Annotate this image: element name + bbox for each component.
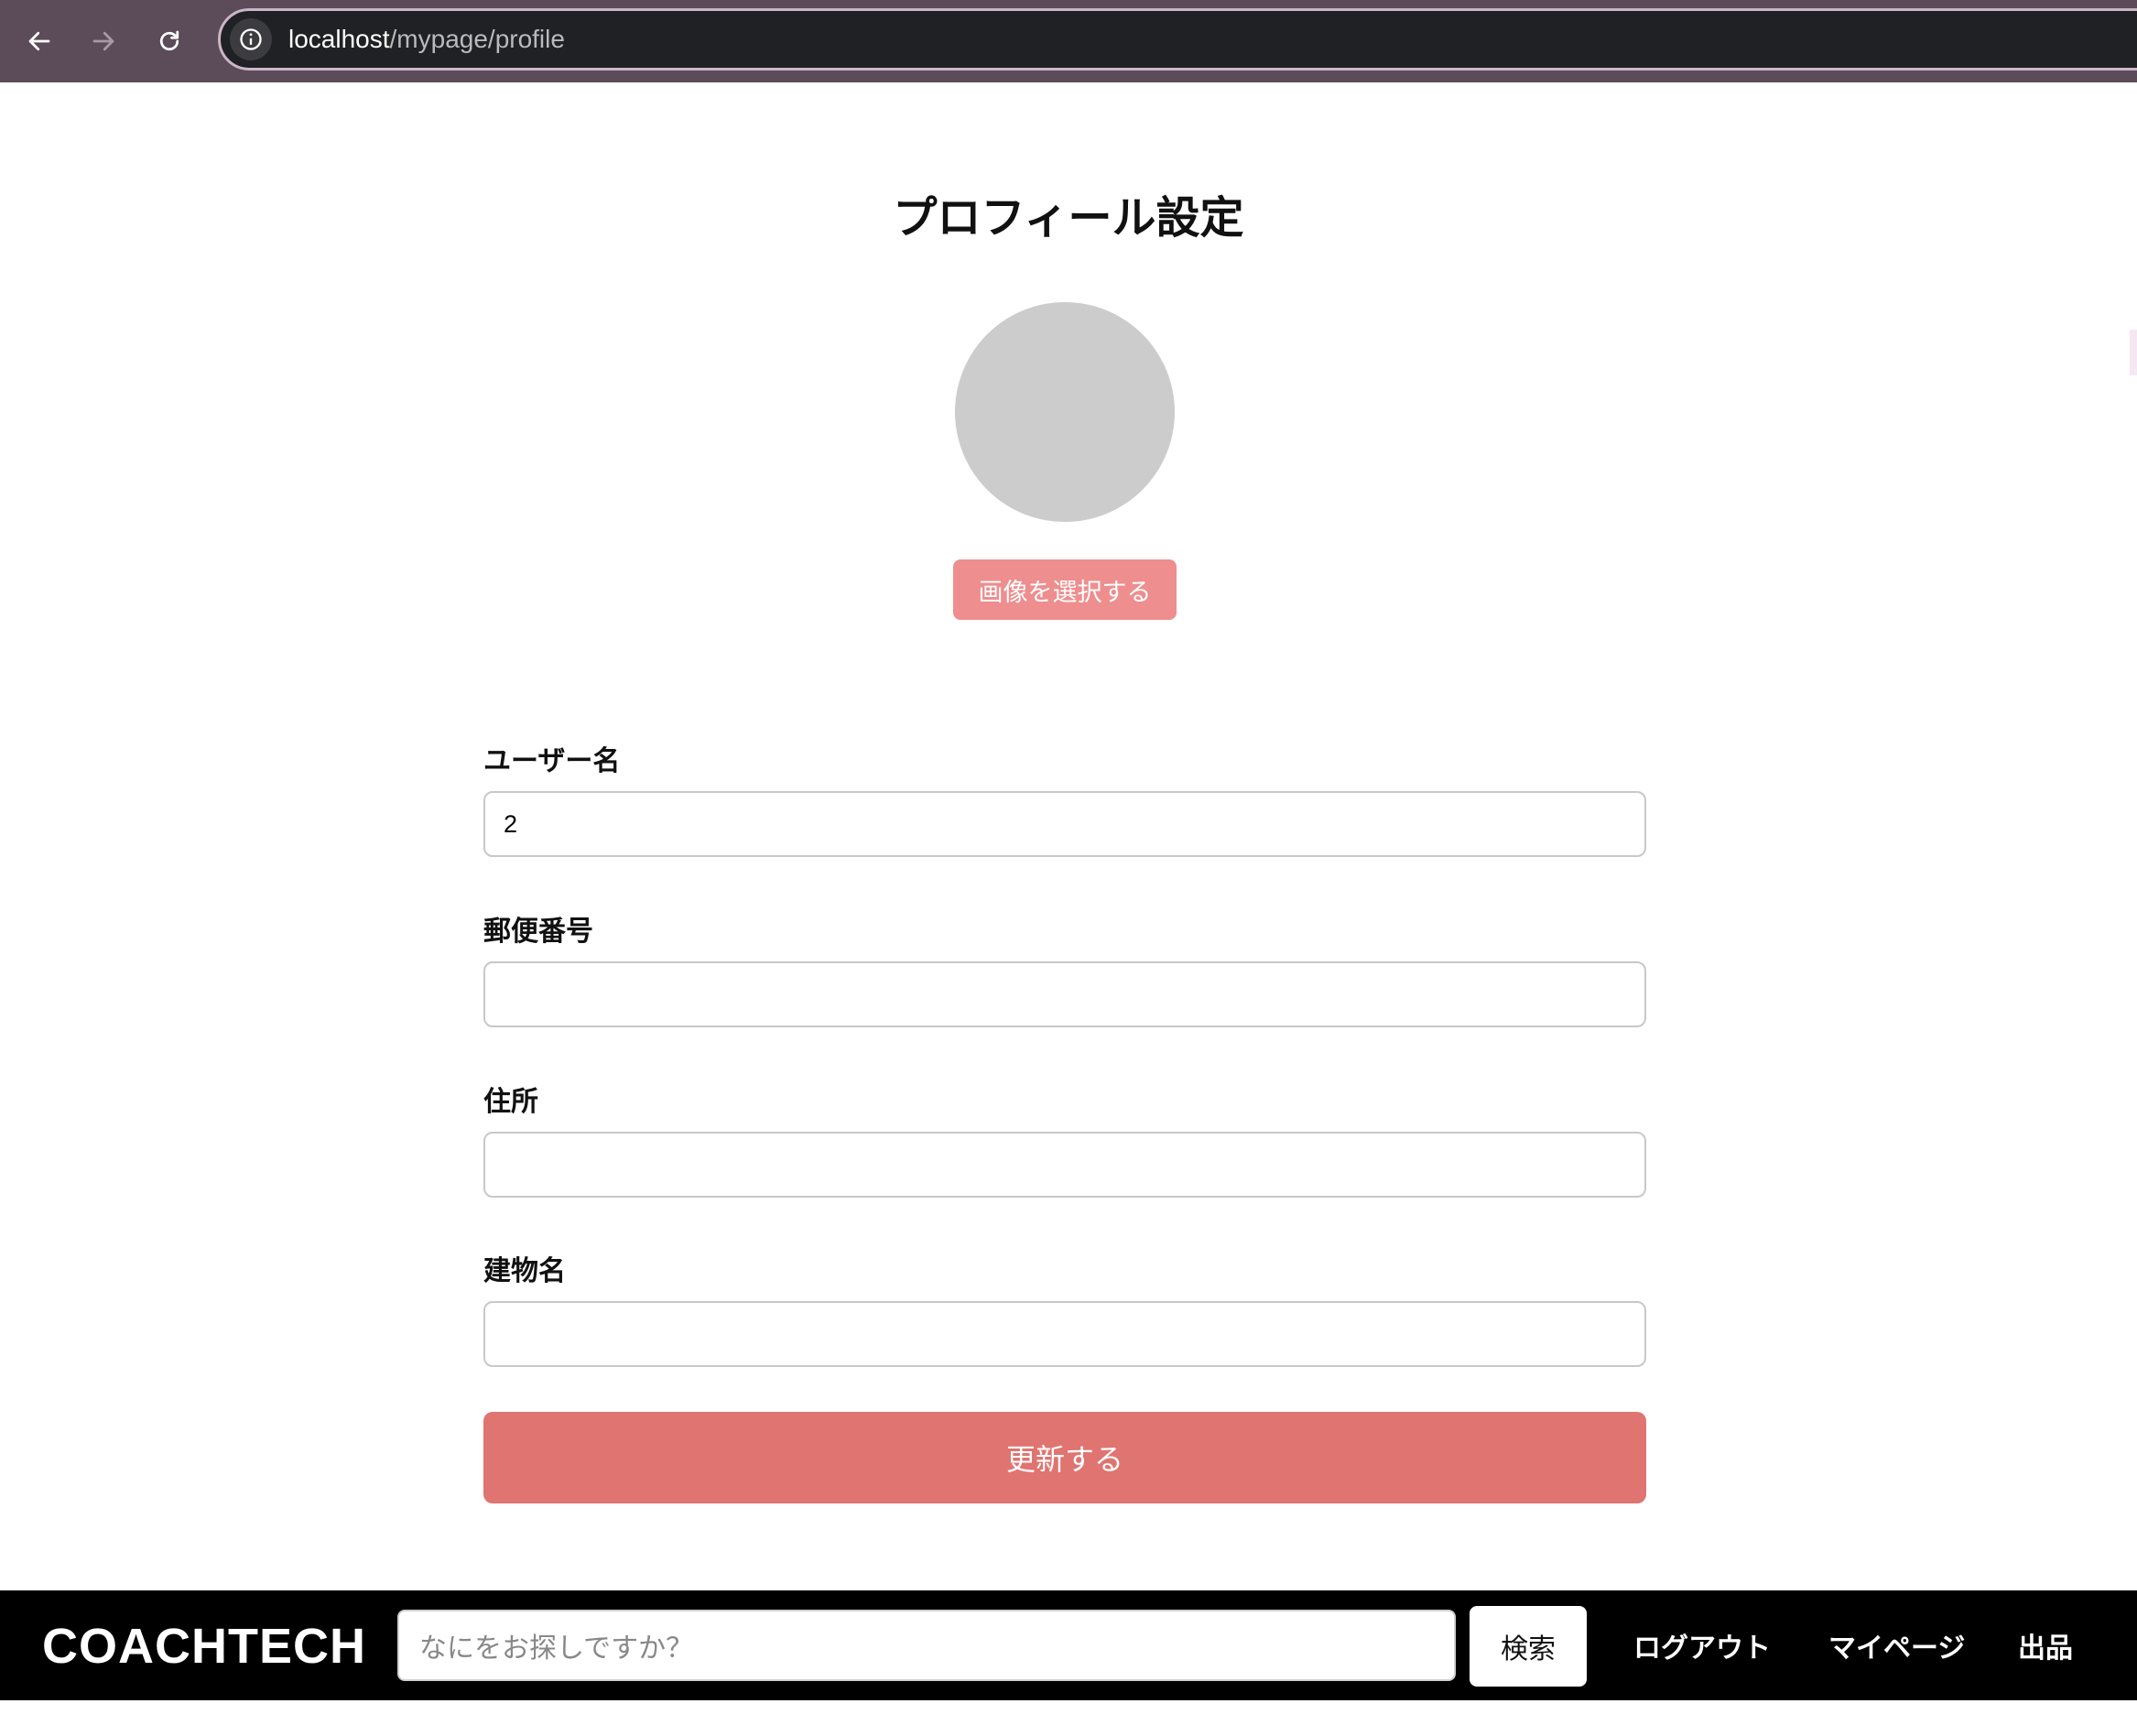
scrollbar[interactable]	[2130, 330, 2137, 375]
arrow-right-icon	[92, 31, 114, 51]
reload-button[interactable]	[146, 18, 192, 64]
browser-toolbar: localhost/mypage/profile	[0, 0, 2137, 82]
username-label: ユーザー名	[483, 745, 621, 777]
arrow-left-icon	[28, 31, 50, 51]
building-name-label: 建物名	[483, 1255, 566, 1287]
site-info-icon[interactable]	[230, 18, 272, 60]
mypage-link[interactable]: マイページ	[1828, 1625, 1965, 1665]
page-title: プロフィール設定	[893, 192, 1244, 244]
back-button[interactable]	[16, 18, 62, 64]
address-bar[interactable]: localhost/mypage/profile	[218, 8, 2137, 71]
url-path: /mypage/profile	[389, 25, 565, 53]
search-input[interactable]: なにをお探しですか？	[397, 1610, 1456, 1681]
profile-page: プロフィール設定 画像を選択する ユーザー名 2 郵便番号 住所 建物名 更新す…	[0, 82, 2137, 1736]
update-button[interactable]: 更新する	[483, 1412, 1646, 1503]
reload-icon	[159, 30, 179, 51]
avatar	[955, 302, 1175, 522]
building-name-field[interactable]	[483, 1301, 1646, 1367]
username-field[interactable]: 2	[483, 791, 1646, 857]
search-button[interactable]: 検索	[1470, 1606, 1587, 1687]
postal-code-label: 郵便番号	[483, 916, 593, 948]
url-host: localhost	[288, 25, 390, 53]
logout-link[interactable]: ログアウト	[1633, 1625, 1771, 1665]
forward-button[interactable]	[81, 18, 126, 64]
select-image-button[interactable]: 画像を選択する	[953, 559, 1177, 620]
sell-link[interactable]: 出品	[2018, 1625, 2073, 1665]
address-label: 住所	[483, 1086, 538, 1118]
site-header: COACHTECH なにをお探しですか？ 検索 ログアウト マイページ 出品	[0, 1590, 2137, 1700]
url-text: localhost/mypage/profile	[288, 25, 565, 54]
site-logo[interactable]: COACHTECH	[42, 1618, 366, 1675]
address-field[interactable]	[483, 1132, 1646, 1198]
postal-code-field[interactable]	[483, 961, 1646, 1027]
